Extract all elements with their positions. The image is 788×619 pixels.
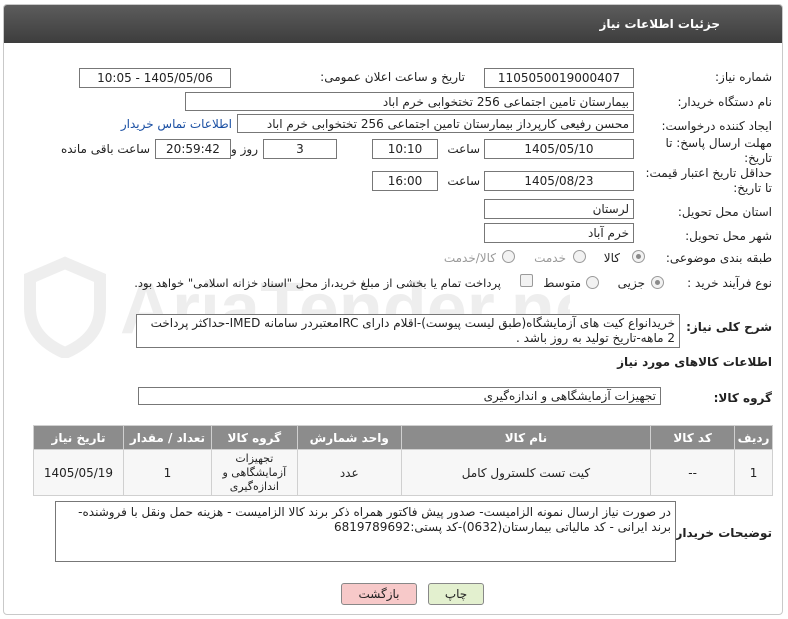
buyer-notes-label: توضیحات خریدار: [670,526,772,540]
requester-field: محسن رفیعی کارپرداز بیمارستان تامین اجتم… [237,114,634,133]
items-table-header-row: ردیف کد کالا نام کالا واحد شمارش گروه کا… [33,425,773,450]
price-validity-time-field: 16:00 [372,171,438,191]
price-validity-label-line2: تا تاریخ: [733,181,772,195]
need-number-field: 1105050019000407 [484,68,634,88]
page-title: جزئیات اطلاعات نیاز [599,17,720,31]
reply-deadline-label-line2: تاریخ: [744,151,772,165]
goods-group-label: گروه کالا: [713,391,772,405]
col-row-header: ردیف [734,425,773,450]
col-date-header: تاریخ نیاز [33,425,124,450]
price-validity-date-field: 1405/08/23 [484,171,634,191]
goods-group-field: تجهیزات آزمایشگاهی و اندازه‌گیری [138,387,661,405]
col-name-header: نام کالا [400,425,652,450]
price-validity-time-label: ساعت [447,174,480,188]
city-field: خرم آباد [484,223,634,243]
reply-deadline-time-field: 10:10 [372,139,438,159]
table-row: 1 -- کیت تست کلسترول کامل عدد تجهیزات آز… [33,449,773,496]
description-textarea[interactable]: خریدانواع کیت های آزمایشگاه(طبق لیست پیو… [136,314,680,348]
cell-name: کیت تست کلسترول کامل [400,449,652,496]
purchase-type-radio-medium[interactable] [586,276,599,289]
category-option-service: خدمت [534,251,566,265]
city-label: شهر محل تحویل: [685,229,772,243]
reply-deadline-date-field: 1405/05/10 [484,139,634,159]
purchase-type-label: نوع فرآیند خرید : [687,276,772,290]
category-radio-service[interactable] [573,250,586,263]
col-quantity-header: تعداد / مقدار [123,425,212,450]
buyer-notes-textarea[interactable]: در صورت نیاز ارسال نمونه الزامیست- صدور … [55,501,676,562]
treasury-payment-note: پرداخت تمام یا بخشی از مبلغ خرید،از محل … [134,276,501,290]
province-field: لرستان [484,199,634,219]
cell-quantity: 1 [123,449,212,496]
category-radio-goods-service[interactable] [502,250,515,263]
need-number-label: شماره نیاز: [715,70,772,84]
purchase-type-radio-minor[interactable] [651,276,664,289]
price-validity-label-line1: حداقل تاریخ اعتبار قیمت: [645,166,772,180]
col-group-header: گروه کالا [210,425,298,450]
announce-datetime-label: تاریخ و ساعت اعلان عمومی: [320,70,465,84]
category-option-goods-service: کالا/خدمت [443,251,496,265]
buyer-contact-link[interactable]: اطلاعات تماس خریدار [121,117,232,131]
requester-label: ایجاد کننده درخواست: [661,119,772,133]
cell-unit: عدد [296,449,402,496]
announce-datetime-field: 1405/05/06 - 10:05 [79,68,231,88]
col-code-header: کد کالا [650,425,736,450]
reply-deadline-label-line1: مهلت ارسال پاسخ: تا [665,136,772,150]
category-radio-goods[interactable] [632,250,645,263]
province-label: استان محل تحویل: [677,205,772,219]
back-button[interactable]: بازگشت [341,583,417,605]
reply-days-label: روز و [231,142,258,156]
page-header: جزئیات اطلاعات نیاز [4,5,782,43]
description-label: شرح کلی نیاز: [686,320,772,334]
reply-days-field: 3 [263,139,337,159]
col-unit-header: واحد شمارش [296,425,402,450]
reply-deadline-time-label: ساعت [447,142,480,156]
purchase-type-option-minor: جزیی [617,276,645,290]
remaining-time-label: ساعت باقی مانده [60,142,150,156]
buyer-org-field: بیمارستان تامین اجتماعی 256 تختخوابی خرم… [185,92,634,111]
cell-date: 1405/05/19 [33,449,124,496]
goods-info-title: اطلاعات کالاهای مورد نیاز [617,355,772,369]
remaining-time-field: 20:59:42 [155,139,231,159]
items-table: ردیف کد کالا نام کالا واحد شمارش گروه کا… [33,425,773,496]
category-option-goods: کالا [603,251,620,265]
cell-row: 1 [734,449,773,496]
buyer-org-label: نام دستگاه خریدار: [677,95,773,109]
category-label: طبقه بندی موضوعی: [665,251,772,265]
treasury-payment-checkbox[interactable] [520,274,533,287]
cell-group: تجهیزات آزمایشگاهی و اندازه‌گیری [210,449,298,496]
print-button[interactable]: چاپ [428,583,484,605]
purchase-type-option-medium: متوسط [543,276,581,290]
cell-code: -- [650,449,736,496]
